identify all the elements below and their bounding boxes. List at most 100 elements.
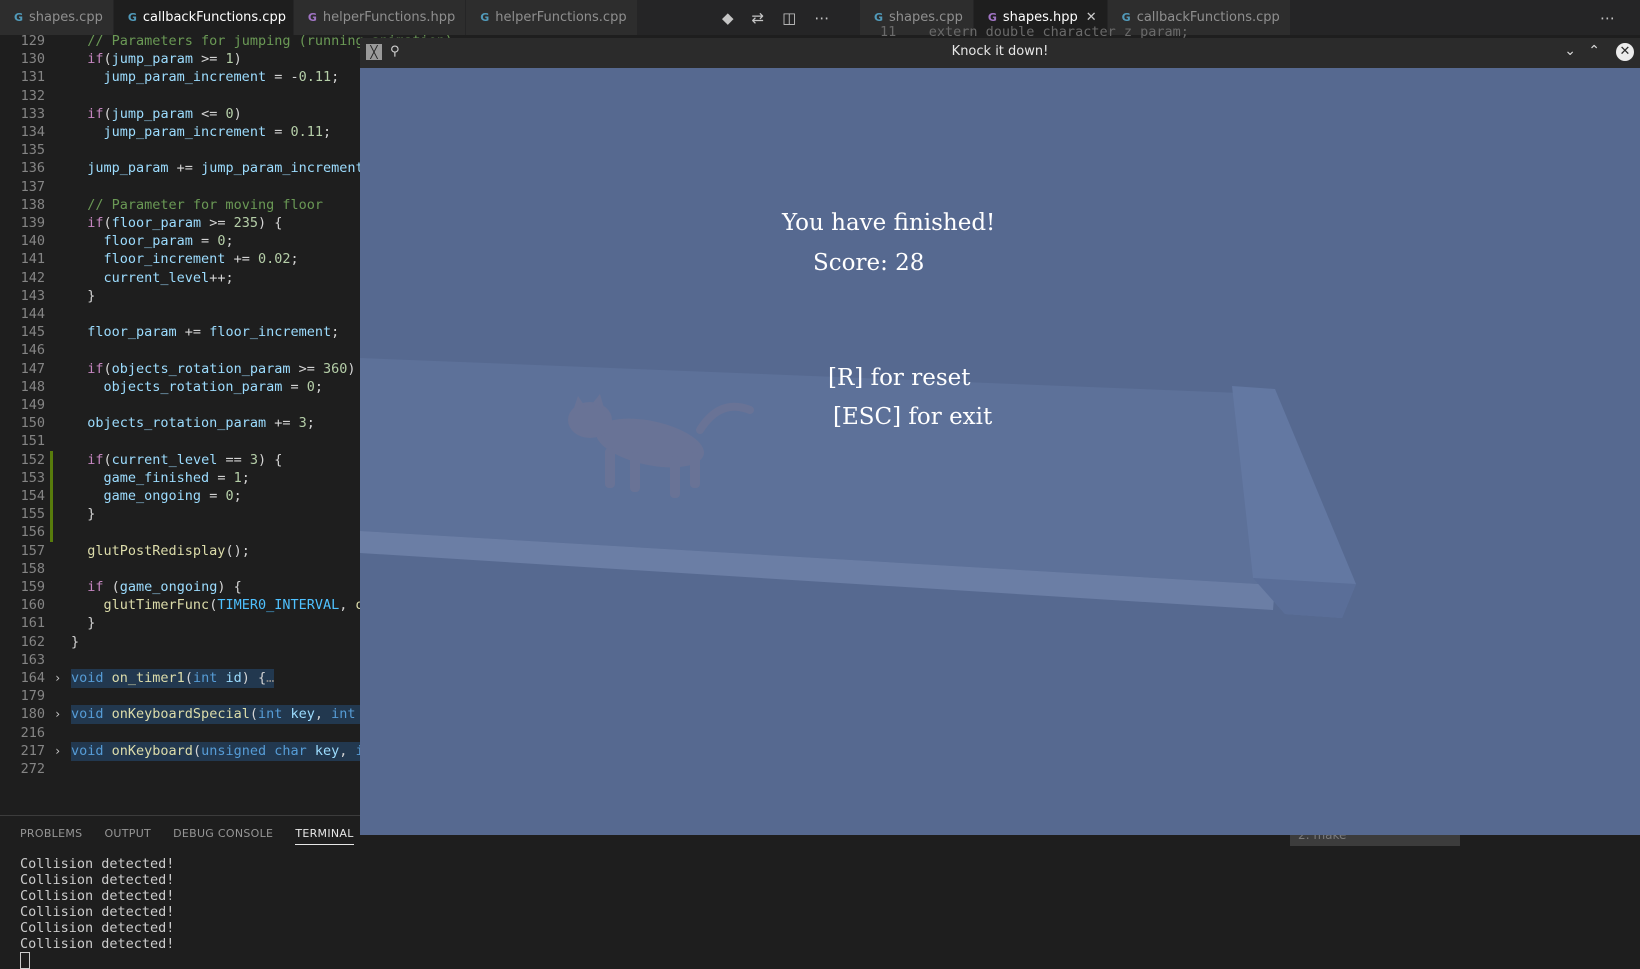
line-number: 145 — [20, 324, 45, 341]
more-actions-icon[interactable]: ⋯ — [814, 9, 829, 27]
line-number: 155 — [20, 506, 45, 523]
git-compare-icon[interactable]: ◆ — [722, 9, 734, 27]
line-number: 217 — [20, 742, 45, 759]
hpp-file-icon: G — [307, 11, 317, 24]
line-number: 146 — [20, 342, 45, 359]
minimize-icon[interactable]: ⌄ — [1564, 43, 1576, 59]
line-number: 140 — [20, 233, 45, 250]
code-text: // Parameter for moving floor — [87, 196, 323, 213]
code-text: game_finished = 1; — [103, 469, 250, 486]
line-number: 159 — [20, 579, 45, 595]
cpp-file-icon: G — [480, 11, 490, 24]
right-more-actions: ⋯ — [1600, 0, 1615, 35]
line-number: 136 — [20, 160, 45, 177]
line-number: 138 — [20, 196, 45, 213]
line-number: 135 — [20, 142, 45, 159]
panel-tab-output[interactable]: OUTPUT — [104, 827, 151, 845]
tab-label: shapes.hpp — [1002, 10, 1078, 25]
line-number: 160 — [20, 597, 45, 614]
line-number: 163 — [20, 651, 45, 668]
line-number: 156 — [20, 524, 45, 541]
left-tab-3[interactable]: GhelperFunctions.cpp — [466, 0, 638, 35]
maximize-icon[interactable]: ⌃ — [1588, 43, 1600, 59]
line-number: 162 — [20, 633, 45, 650]
code-text: if(current_level == 3) { — [87, 451, 283, 468]
line-number: 131 — [20, 69, 45, 86]
code-text: objects_rotation_param += 3; — [87, 415, 315, 432]
line-number: 133 — [20, 105, 45, 122]
panel-tab-problems[interactable]: PROBLEMS — [20, 827, 82, 845]
code-text: game_ongoing = 0; — [103, 488, 242, 504]
exit-hint: [ESC] for exit — [833, 404, 993, 430]
line-number: 147 — [20, 360, 45, 377]
cpp-file-icon: G — [14, 11, 24, 24]
left-tab-0[interactable]: Gshapes.cpp — [0, 0, 114, 35]
line-number: 151 — [20, 433, 45, 450]
code-text: } — [71, 287, 96, 304]
line-number: 137 — [20, 178, 45, 195]
terminal-output[interactable]: Collision detected! Collision detected! Co… — [20, 856, 174, 969]
close-icon[interactable]: ✕ — [1616, 43, 1634, 61]
game-window-titlebar[interactable]: ╳ ⚲ Knock it down! ⌄ ⌃ ✕ — [360, 38, 1640, 68]
left-tab-1[interactable]: GcallbackFunctions.cpp✕ — [113, 0, 305, 35]
line-number: 148 — [20, 378, 45, 395]
code-text: current_level++; — [103, 269, 234, 286]
line-number: 134 — [20, 124, 45, 140]
more-actions-icon[interactable]: ⋯ — [1600, 9, 1615, 27]
line-number: 157 — [20, 542, 45, 559]
git-modified-gutter — [50, 450, 53, 542]
terminal-line: Collision detected! — [20, 872, 175, 888]
game-scene — [360, 358, 1356, 618]
score-text: Score: 28 — [813, 250, 925, 276]
cpp-file-icon: G — [874, 11, 884, 24]
line-number: 129 — [20, 35, 45, 49]
code-text: } — [71, 633, 80, 650]
code-text: void on_timer1(int id) {… — [71, 669, 275, 688]
code-text: if (game_ongoing) { — [87, 579, 242, 595]
open-changes-icon[interactable]: ⇄ — [752, 9, 765, 27]
left-tab-2[interactable]: GhelperFunctions.hpp — [293, 0, 467, 35]
code-text: if(jump_param >= 1) — [87, 51, 242, 68]
code-text: if(jump_param <= 0) — [87, 105, 242, 122]
code-text: jump_param_increment = 0.11; — [103, 124, 332, 140]
code-text: if(objects_rotation_param >= 360) — [87, 360, 356, 377]
line-number: 154 — [20, 488, 45, 504]
terminal-line: Collision detected! — [20, 920, 175, 936]
reset-hint: [R] for reset — [828, 365, 971, 391]
code-text: if(floor_param >= 235) { — [87, 215, 283, 231]
tab-label: callbackFunctions.cpp — [1136, 10, 1280, 25]
line-number: 161 — [20, 615, 45, 632]
terminal-cursor — [20, 952, 30, 969]
line-number: 216 — [20, 724, 45, 741]
panel-tab-terminal[interactable]: TERMINAL — [295, 827, 354, 845]
code-text: jump_param_increment = -0.11; — [103, 69, 340, 86]
fold-chevron-icon[interactable]: › — [54, 742, 61, 761]
code-text: jump_param += jump_param_increment; — [87, 160, 372, 177]
cpp-file-icon: G — [127, 11, 137, 24]
fold-chevron-icon[interactable]: › — [54, 669, 61, 688]
tab-label: helperFunctions.hpp — [322, 10, 456, 25]
line-number: 164 — [20, 670, 45, 686]
line-number: 143 — [20, 287, 45, 304]
game-window-title: Knock it down! — [951, 44, 1049, 59]
line-number: 152 — [20, 451, 45, 468]
line-number: 180 — [20, 706, 45, 723]
tab-label: shapes.cpp — [889, 10, 963, 25]
game-window[interactable]: ╳ ⚲ Knock it down! ⌄ ⌃ ✕ You have finish… — [360, 38, 1640, 835]
terminal-line: Collision detected! — [20, 904, 175, 920]
finished-message: You have finished! — [782, 210, 996, 236]
line-number: 149 — [20, 397, 45, 413]
split-editor-icon[interactable]: ◫ — [782, 9, 796, 27]
code-text: floor_increment += 0.02; — [103, 251, 299, 268]
terminal-line: Collision detected! — [20, 888, 175, 904]
fold-chevron-icon[interactable]: › — [54, 705, 61, 724]
line-number: 139 — [20, 215, 45, 231]
line-number: 144 — [20, 306, 45, 322]
code-text: glutPostRedisplay(); — [87, 542, 250, 559]
line-number: 272 — [20, 761, 45, 777]
line-number: 158 — [20, 560, 45, 577]
bottom-panel: PROBLEMS OUTPUT DEBUG CONSOLE TERMINAL 2: m… — [0, 815, 1640, 969]
panel-tab-debug-console[interactable]: DEBUG CONSOLE — [173, 827, 273, 845]
cpp-file-icon: G — [1121, 11, 1131, 24]
close-tab-icon[interactable]: ✕ — [1086, 10, 1097, 25]
